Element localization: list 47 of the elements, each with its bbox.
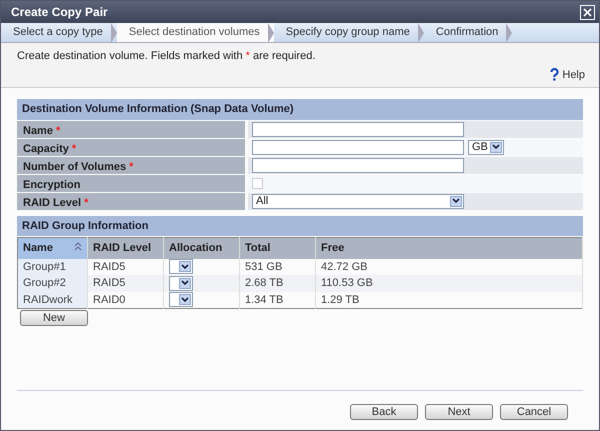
instruction-text: Create destination volume. Fields marked with * are required. xyxy=(16,49,316,64)
allocation-dropdown[interactable] xyxy=(169,259,193,274)
input-field[interactable] xyxy=(252,122,464,136)
table-cell: 1.29 TB xyxy=(316,292,582,308)
dropdown-arrow-icon[interactable] xyxy=(450,196,462,206)
table-cell: RAID5 xyxy=(88,275,164,292)
column-header[interactable]: Allocation xyxy=(164,238,240,258)
select-dropdown[interactable]: All xyxy=(252,194,464,208)
column-header[interactable]: RAID Level xyxy=(88,238,164,258)
field-label: Capacity * xyxy=(17,138,245,156)
field-label: Name * xyxy=(17,120,245,138)
column-header[interactable]: Name xyxy=(18,238,88,258)
input-field[interactable] xyxy=(252,158,464,172)
footer-button[interactable]: Cancel xyxy=(500,404,568,420)
table-cell: Group#1 xyxy=(18,258,88,275)
table-cell: RAIDwork xyxy=(18,292,88,308)
checkbox[interactable] xyxy=(252,178,263,188)
field-label: RAID Level * xyxy=(17,192,245,210)
help-link[interactable]: Help xyxy=(550,66,585,83)
column-header[interactable]: Free xyxy=(316,238,582,258)
window-title: Create Copy Pair xyxy=(11,4,108,21)
dropdown-arrow-icon[interactable] xyxy=(490,142,502,152)
wizard-step[interactable]: Confirmation xyxy=(424,23,512,42)
table-cell: 110.53 GB xyxy=(316,275,582,292)
column-header[interactable]: Total xyxy=(240,238,316,258)
wizard-step[interactable]: Specify copy group name xyxy=(274,23,424,42)
help-icon xyxy=(550,68,560,82)
wizard-step[interactable]: Select destination volumes xyxy=(116,23,274,42)
footer-button[interactable]: Back xyxy=(350,404,418,420)
table-cell: 2.68 TB xyxy=(240,275,316,292)
footer-button[interactable]: Next xyxy=(425,404,493,420)
allocation-dropdown[interactable] xyxy=(169,276,193,291)
table-cell: RAID0 xyxy=(88,292,164,308)
wizard-step[interactable]: Select a copy type xyxy=(1,23,117,42)
new-button[interactable]: New xyxy=(20,310,88,326)
field-label: Encryption xyxy=(17,174,245,192)
input-field[interactable] xyxy=(252,140,464,154)
allocation-dropdown[interactable] xyxy=(169,292,193,308)
table-cell: 1.34 TB xyxy=(240,292,316,308)
table-cell: Group#2 xyxy=(18,275,88,292)
unit-dropdown[interactable]: GB xyxy=(468,140,504,154)
close-icon xyxy=(583,8,592,16)
close-button[interactable] xyxy=(580,4,595,20)
section-header: Destination Volume Information (Snap Data Volume) xyxy=(17,99,583,120)
section-header: RAID Group Information xyxy=(17,216,583,236)
sort-icon xyxy=(74,242,82,251)
field-label: Number of Volumes * xyxy=(17,156,245,174)
